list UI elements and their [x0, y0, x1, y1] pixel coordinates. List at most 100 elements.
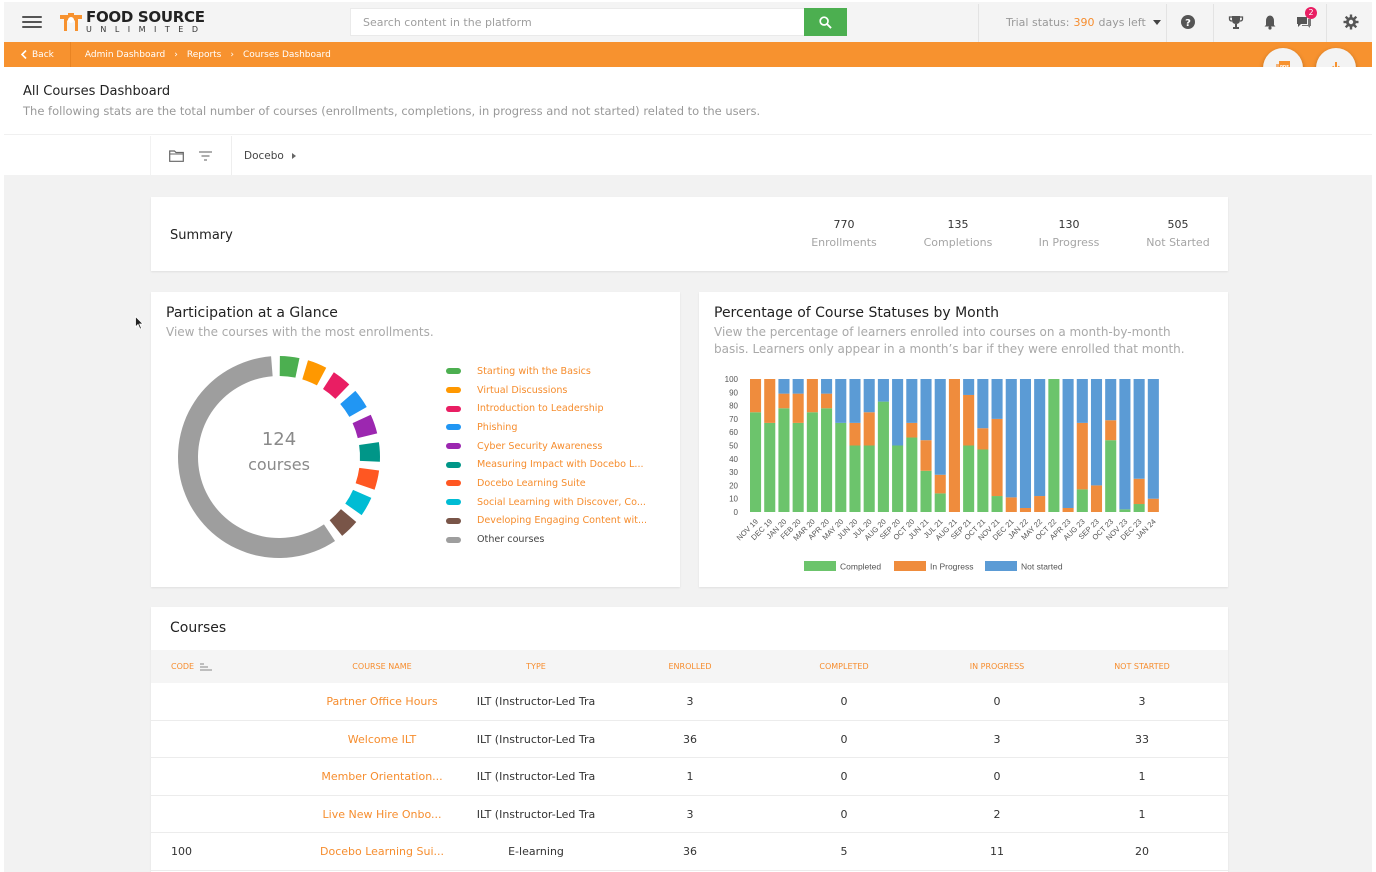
legend-item[interactable]: Docebo Learning Suite — [446, 474, 647, 493]
bar-segment-not-started[interactable] — [977, 379, 989, 429]
legend-item[interactable]: Developing Engaging Content wit... — [446, 512, 647, 531]
bar-segment-completed[interactable] — [877, 401, 889, 512]
bar-segment-completed[interactable] — [835, 422, 847, 512]
bar-segment-in-progress[interactable] — [849, 422, 861, 446]
bell-icon[interactable] — [1262, 14, 1278, 30]
bar-segment-completed[interactable] — [934, 493, 946, 512]
legend-item[interactable]: Measuring Impact with Docebo L... — [446, 455, 647, 474]
bar-segment-not-started[interactable] — [1034, 379, 1046, 497]
bar-segment-completed[interactable] — [963, 445, 975, 513]
bar-segment-completed[interactable] — [1076, 489, 1088, 512]
bar-segment-not-started[interactable] — [863, 379, 875, 413]
logo[interactable]: FOOD SOURCE UNLIMITED — [60, 10, 207, 34]
legend-item[interactable]: Virtual Discussions — [446, 381, 647, 400]
bar-segment-completed[interactable] — [849, 445, 861, 513]
bar-segment-completed[interactable] — [821, 408, 833, 512]
bar-segment-not-started[interactable] — [892, 379, 904, 446]
donut-slice[interactable] — [345, 489, 372, 516]
bar-segment-in-progress[interactable] — [792, 393, 804, 423]
bar-segment-not-started[interactable] — [1105, 379, 1117, 421]
bar-segment-in-progress[interactable] — [821, 393, 833, 409]
bar-segment-completed[interactable] — [991, 496, 1003, 512]
bar-segment-not-started[interactable] — [849, 379, 861, 423]
legend-item[interactable]: Cyber Security Awareness — [446, 437, 647, 456]
bar-segment-in-progress[interactable] — [1090, 485, 1103, 512]
messages-button[interactable]: 2 — [1296, 7, 1317, 30]
course-name-link[interactable]: Welcome ILT — [348, 733, 416, 746]
trophy-icon[interactable] — [1228, 14, 1244, 30]
table-row[interactable]: Member Orientation... ILT (Instructor-Led… — [151, 758, 1228, 796]
bar-segment-in-progress[interactable] — [977, 428, 989, 450]
bar-segment-in-progress[interactable] — [1034, 496, 1046, 512]
bar-segment-in-progress[interactable] — [863, 412, 875, 446]
bar-segment-completed[interactable] — [863, 445, 875, 513]
search-button[interactable] — [804, 8, 847, 36]
bar-segment-in-progress[interactable] — [934, 474, 946, 494]
bar-segment-not-started[interactable] — [1119, 379, 1131, 510]
bar-segment-completed[interactable] — [1048, 379, 1060, 512]
bar-segment-not-started[interactable] — [835, 379, 847, 423]
bar-segment-not-started[interactable] — [991, 379, 1003, 419]
legend-item[interactable]: Starting with the Basics — [446, 362, 647, 381]
help-icon[interactable]: ? — [1180, 14, 1196, 30]
course-name-link[interactable]: Live New Hire Onbo... — [323, 808, 442, 821]
branch-selector[interactable]: Docebo — [244, 150, 296, 162]
bar-segment-completed[interactable] — [764, 422, 776, 512]
bar-segment-completed[interactable] — [1105, 440, 1117, 512]
bar-segment-in-progress[interactable] — [764, 379, 776, 423]
bar-segment-completed[interactable] — [778, 408, 790, 512]
bar-segment-in-progress[interactable] — [1147, 498, 1159, 512]
column-header-type[interactable]: TYPE — [526, 662, 546, 671]
column-header-in-progress[interactable]: IN PROGRESS — [970, 662, 1025, 671]
search-input[interactable] — [350, 8, 804, 36]
donut-slice[interactable] — [352, 414, 378, 439]
bar-segment-not-started[interactable] — [934, 379, 946, 475]
bar-segment-not-started[interactable] — [920, 379, 932, 441]
bar-segment-in-progress[interactable] — [1062, 508, 1074, 512]
bar-segment-in-progress[interactable] — [1005, 497, 1017, 512]
donut-slice[interactable] — [355, 467, 380, 490]
bar-segment-not-started[interactable] — [1005, 379, 1017, 498]
bar-segment-completed[interactable] — [1133, 504, 1145, 512]
donut-slice[interactable] — [359, 442, 380, 462]
bar-segment-in-progress[interactable] — [948, 379, 960, 512]
course-name-link[interactable]: Member Orientation... — [321, 770, 442, 783]
gear-icon[interactable] — [1343, 14, 1359, 30]
bar-segment-completed[interactable] — [920, 470, 932, 512]
table-row[interactable]: Welcome ILT ILT (Instructor-Led Tra 36 0 3 33 — [151, 721, 1228, 758]
bar-segment-not-started[interactable] — [792, 379, 804, 394]
bar-segment-completed[interactable] — [792, 422, 804, 512]
bar-segment-completed[interactable] — [806, 412, 818, 512]
bar-segment-in-progress[interactable] — [750, 379, 762, 413]
bar-segment-not-started[interactable] — [906, 379, 918, 423]
bar-segment-not-started[interactable] — [1062, 379, 1074, 509]
column-header-completed[interactable]: COMPLETED — [819, 662, 868, 671]
bar-segment-not-started[interactable] — [1019, 379, 1032, 509]
donut-slice[interactable] — [302, 360, 327, 386]
legend-item[interactable]: Phishing — [446, 418, 647, 437]
trial-status-dropdown[interactable]: Trial status: 390 days left — [1006, 16, 1161, 29]
bar-segment-in-progress[interactable] — [1105, 420, 1117, 441]
column-header-course-name[interactable]: COURSE NAME — [352, 662, 411, 671]
bar-segment-completed[interactable] — [892, 445, 904, 513]
bar-segment-in-progress[interactable] — [991, 418, 1003, 497]
bar-segment-not-started[interactable] — [963, 379, 975, 395]
bar-segment-completed[interactable] — [1119, 509, 1131, 512]
bar-segment-in-progress[interactable] — [1019, 508, 1032, 512]
bar-segment-completed[interactable] — [977, 449, 989, 512]
legend-item[interactable]: Social Learning with Discover, Co... — [446, 493, 647, 512]
filter-icon[interactable] — [199, 151, 212, 161]
column-header-enrolled[interactable]: ENROLLED — [668, 662, 711, 671]
bar-segment-in-progress[interactable] — [920, 440, 932, 471]
back-button[interactable]: Back — [4, 42, 71, 67]
bar-segment-in-progress[interactable] — [778, 393, 790, 409]
bar-segment-not-started[interactable] — [778, 379, 790, 394]
column-header-not-started[interactable]: NOT STARTED — [1114, 662, 1170, 671]
bar-segment-not-started[interactable] — [877, 379, 889, 402]
folder-icon[interactable] — [169, 150, 184, 162]
table-row[interactable]: 100 Docebo Learning Sui... E-learning 36 5 11… — [151, 833, 1228, 871]
bar-segment-not-started[interactable] — [821, 379, 833, 394]
table-row[interactable]: Live New Hire Onbo... ILT (Instructor-Led… — [151, 796, 1228, 833]
course-name-link[interactable]: Partner Office Hours — [326, 695, 437, 708]
donut-slice[interactable] — [322, 372, 350, 399]
